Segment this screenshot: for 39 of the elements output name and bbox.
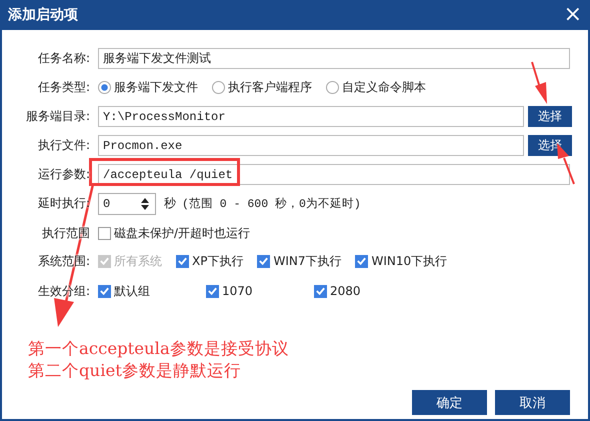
checkbox-option[interactable]: XP下执行	[176, 252, 244, 270]
field-label: 服务端目录:	[24, 108, 90, 125]
radio-option[interactable]: 执行客户端程序	[212, 79, 312, 96]
radio-option[interactable]: 服务端下发文件	[98, 79, 198, 96]
input-field[interactable]: Y:\ProcessMonitor	[98, 106, 524, 127]
input-field[interactable]: /accepteula /quiet	[98, 164, 570, 185]
annotation-text: 第一个accepteula参数是接受协议	[28, 338, 290, 360]
checkbox[interactable]	[257, 254, 270, 268]
radio-option[interactable]: 自定义命令脚本	[326, 79, 426, 96]
checkbox-option[interactable]: 默认组	[98, 282, 206, 300]
checkbox[interactable]	[314, 284, 327, 298]
input-field[interactable]: 服务端下发文件测试	[98, 48, 570, 69]
checkbox[interactable]	[206, 284, 219, 298]
field-label: 运行参数:	[36, 166, 90, 183]
checkbox-option[interactable]: 2080	[314, 284, 422, 298]
checkbox[interactable]	[176, 254, 189, 268]
dialog-button[interactable]: 取消	[495, 390, 570, 415]
checkbox[interactable]	[98, 226, 111, 240]
browse-button[interactable]: 选择	[528, 106, 572, 127]
checkbox-option[interactable]: 磁盘未保护/开超时也运行	[98, 224, 250, 242]
checkbox[interactable]	[98, 284, 111, 298]
input-field[interactable]: Procmon.exe	[98, 135, 524, 156]
checkbox-option[interactable]: 1070	[206, 284, 314, 298]
annotation-text: 第二个quiet参数是静默运行	[28, 360, 242, 382]
range-hint: (范围 0 - 600 秒，0为不延时)	[182, 196, 361, 211]
field-label: 任务名称:	[36, 50, 90, 67]
window-title: 添加启动项	[8, 6, 78, 24]
number-spinner[interactable]: 0	[98, 192, 156, 214]
field-label: 执行文件:	[36, 137, 90, 154]
spin-arrows-icon	[141, 198, 149, 210]
checkbox-option[interactable]: WIN10下执行	[355, 252, 448, 270]
field-label: 任务类型:	[36, 79, 90, 96]
dialog-button[interactable]: 确定	[412, 390, 487, 415]
checkbox[interactable]	[355, 254, 368, 268]
unit-label: 秒	[164, 195, 176, 212]
close-button[interactable]: ×	[564, 4, 582, 26]
arrow	[531, 62, 547, 104]
checkbox-option[interactable]: WIN7下执行	[257, 252, 342, 270]
field-label: 延时执行:	[36, 195, 90, 212]
